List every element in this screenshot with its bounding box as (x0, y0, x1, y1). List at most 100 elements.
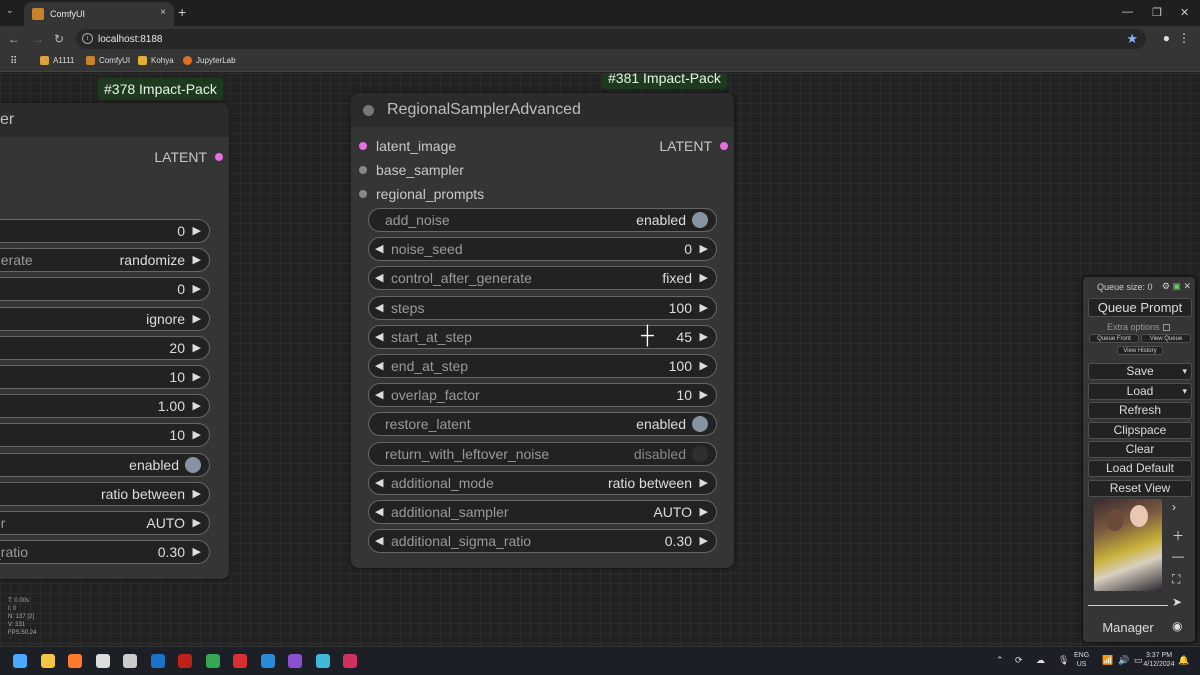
widget-field-5[interactable]: ◀10▶ (0, 365, 210, 389)
input-latent-image[interactable]: latent_image (359, 138, 456, 154)
reset-view-button[interactable]: Reset View (1088, 480, 1192, 497)
collapse-dot-icon[interactable] (363, 105, 374, 116)
queue-prompt-button[interactable]: Queue Prompt (1088, 298, 1192, 317)
new-tab-icon[interactable]: + (178, 4, 186, 20)
increment-arrow-icon[interactable]: ▶ (700, 359, 708, 372)
chrome-icon[interactable] (205, 654, 220, 668)
address-bar[interactable]: i localhost:8188 (76, 29, 1146, 49)
decrement-arrow-icon[interactable]: ◀ (375, 242, 383, 255)
increment-arrow-icon[interactable]: ▶ (700, 301, 708, 314)
tray-sync-icon[interactable]: ⟳ (1015, 655, 1023, 666)
increment-arrow-icon[interactable]: ▶ (193, 282, 201, 295)
obs-icon[interactable] (123, 654, 137, 668)
zoom-out-icon[interactable]: — (1172, 549, 1184, 563)
restore-icon[interactable]: ❐ (1152, 6, 1162, 19)
decrement-arrow-icon[interactable]: ◀ (375, 534, 383, 547)
clock[interactable]: 3:37 PM 4/12/2024 (1142, 651, 1176, 669)
widget-field-3[interactable]: ◀ignore▶ (0, 306, 210, 331)
notification-bell-icon[interactable]: 🔔 (1178, 655, 1189, 666)
menu-collapse-icon[interactable]: › (1172, 500, 1176, 514)
vscode-icon[interactable] (260, 654, 275, 668)
decrement-arrow-icon[interactable]: ◀ (375, 301, 383, 314)
preview-image-thumbnail[interactable] (1094, 499, 1162, 591)
volume-icon[interactable]: 🔊 (1118, 655, 1129, 666)
widget-field-2[interactable]: ◀0▶ (0, 277, 210, 302)
regional-sampler-advanced-node[interactable]: RegionalSamplerAdvanced latent_image bas… (351, 93, 734, 568)
clipspace-button[interactable]: Clipspace (1088, 422, 1192, 439)
apps-grid-icon[interactable]: ⠿ (10, 56, 17, 67)
widget-field-8[interactable]: enabled (0, 452, 210, 477)
load-dropdown-icon[interactable]: ▾ (1182, 384, 1187, 399)
widget-additional-mode[interactable]: ◀ additional_mode ratio between ▶ (368, 470, 717, 495)
outlook-icon[interactable] (150, 654, 165, 668)
widget-er[interactable]: ◀erAUTO▶ (0, 511, 210, 535)
gear-icon[interactable]: ⚙ (1162, 281, 1170, 291)
decrement-arrow-icon[interactable]: ◀ (375, 271, 383, 284)
increment-arrow-icon[interactable]: ▶ (700, 330, 708, 343)
widget-field-6[interactable]: ◀1.00▶ (0, 394, 210, 419)
toggle-knob-icon[interactable] (692, 212, 708, 228)
wifi-icon[interactable]: 📶 (1102, 655, 1113, 666)
increment-arrow-icon[interactable]: ▶ (193, 341, 201, 354)
output-latent[interactable]: LATENT (659, 138, 728, 154)
increment-arrow-icon[interactable]: ▶ (193, 224, 201, 237)
back-icon[interactable]: ← (8, 32, 20, 46)
increment-arrow-icon[interactable]: ▶ (193, 399, 201, 412)
send-arrow-icon[interactable]: ➤ (1172, 595, 1182, 609)
widget-additional-sampler[interactable]: ◀ additional_sampler AUTO ▶ (368, 500, 717, 524)
indesign-icon[interactable] (343, 654, 357, 668)
queue-front-button[interactable]: Queue Front (1089, 334, 1139, 343)
input-language[interactable]: ENG US (1074, 651, 1089, 669)
tab-comfyui[interactable]: ComfyUI × (24, 2, 174, 26)
left-sampler-node[interactable]: er LATENT ◀0▶◀neraterandomize▶◀0▶◀ignore… (0, 103, 229, 579)
decrement-arrow-icon[interactable]: ◀ (375, 330, 383, 343)
widget-field-9[interactable]: ◀ratio between▶ (0, 481, 210, 506)
filezilla-icon[interactable] (178, 654, 192, 668)
main-node-title[interactable]: RegionalSamplerAdvanced (351, 93, 734, 127)
widget-steps[interactable]: ◀ steps 100 ▶ (368, 295, 717, 320)
widget-start-at-step[interactable]: ◀ start_at_step 45 ▶ (368, 324, 717, 349)
increment-arrow-icon[interactable]: ▶ (700, 388, 708, 401)
save-dropdown-icon[interactable]: ▾ (1182, 364, 1187, 379)
increment-arrow-icon[interactable]: ▶ (193, 253, 201, 266)
image-icon[interactable]: ▣ (1172, 281, 1181, 291)
bookmark-comfyui[interactable]: ComfyUI (86, 56, 130, 65)
widget-add-noise[interactable]: add_noise enabled (368, 208, 717, 232)
bookmark-a1111[interactable]: A1111 (40, 56, 74, 65)
app-teal-icon[interactable] (315, 654, 330, 668)
visibility-eye-icon[interactable]: ◉ (1172, 619, 1182, 633)
site-info-icon[interactable]: i (82, 33, 93, 44)
widget-control-after-generate[interactable]: ◀ control_after_generate fixed ▶ (368, 266, 717, 291)
view-queue-button[interactable]: View Queue (1141, 334, 1191, 343)
widget-restore-latent[interactable]: restore_latent enabled (368, 412, 717, 437)
increment-arrow-icon[interactable]: ▶ (193, 370, 201, 383)
decrement-arrow-icon[interactable]: ◀ (375, 388, 383, 401)
manager-button[interactable]: Manager (1088, 620, 1168, 637)
left-node-output-latent[interactable]: LATENT (154, 149, 223, 165)
increment-arrow-icon[interactable]: ▶ (700, 242, 708, 255)
minimize-icon[interactable]: — (1122, 6, 1133, 18)
file-explorer-icon[interactable] (40, 654, 55, 668)
increment-arrow-icon[interactable]: ▶ (700, 534, 708, 547)
affinity-icon[interactable] (288, 654, 302, 668)
fit-view-icon[interactable]: ⛶ (1172, 572, 1180, 587)
close-icon[interactable]: ✕ (1183, 281, 1191, 291)
toggle-knob-icon[interactable] (692, 416, 708, 433)
clear-button[interactable]: Clear (1088, 441, 1192, 458)
bookmark-jupyterlab[interactable]: JupyterLab (183, 56, 236, 65)
reload-icon[interactable]: ↻ (54, 32, 64, 46)
browser-menu-icon[interactable]: ⋮ (1178, 31, 1190, 45)
app-red-icon[interactable] (233, 654, 247, 668)
output-latent-dot-icon[interactable] (720, 142, 728, 150)
extra-options-checkbox[interactable] (1162, 324, 1170, 332)
node-canvas[interactable]: #378 Impact-Pack #381 Impact-Pack er LAT… (0, 73, 1200, 646)
extra-options[interactable]: Extra options (1107, 322, 1170, 332)
widget-nerate[interactable]: ◀neraterandomize▶ (0, 248, 210, 273)
decrement-arrow-icon[interactable]: ◀ (375, 476, 383, 489)
increment-arrow-icon[interactable]: ▶ (193, 545, 201, 558)
save-button[interactable]: Save ▾ (1088, 363, 1192, 380)
toggle-knob-icon[interactable] (692, 445, 708, 462)
refresh-button[interactable]: Refresh (1088, 402, 1192, 419)
tray-mic-icon[interactable]: 🎙 (1058, 655, 1069, 666)
increment-arrow-icon[interactable]: ▶ (193, 487, 201, 500)
